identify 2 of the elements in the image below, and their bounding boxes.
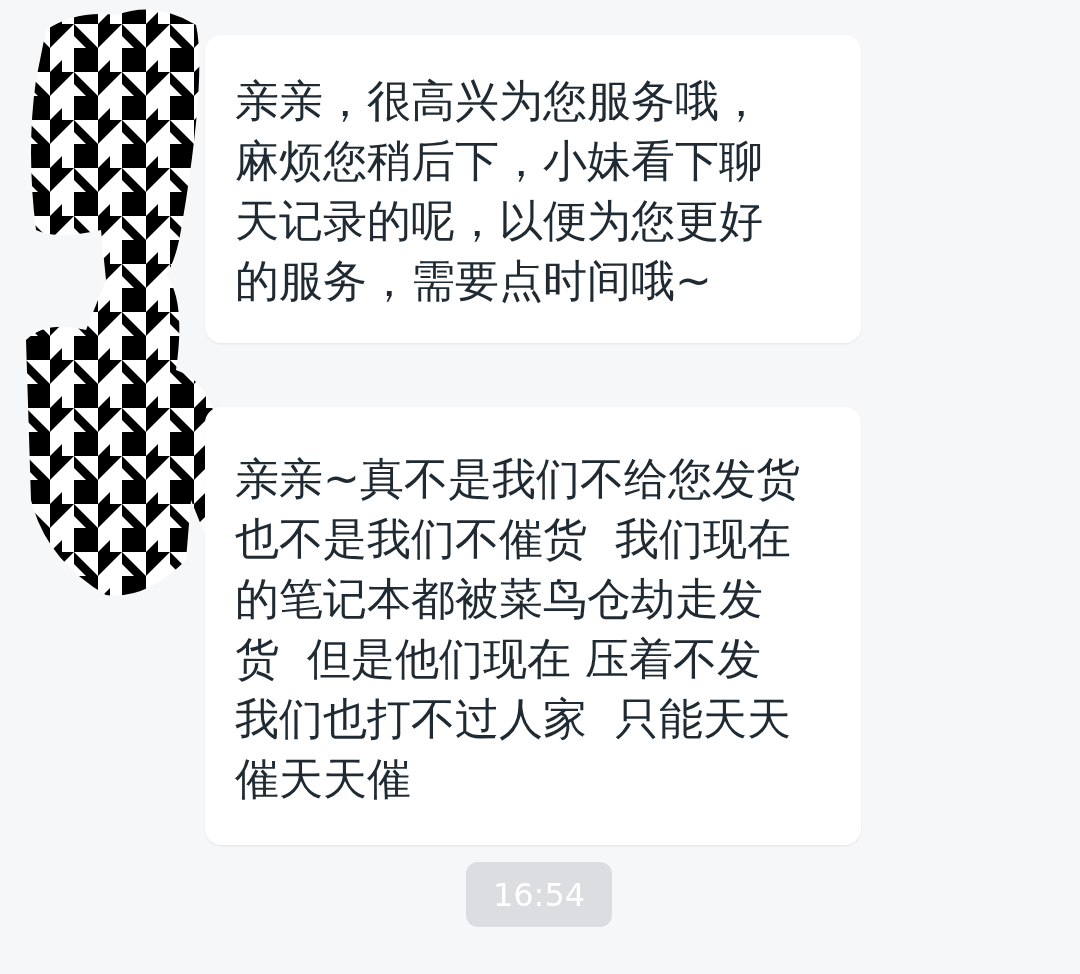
message-text: 亲亲，很高兴为您服务哦，麻烦您稍后下，小妹看下聊天记录的呢，以便为您更好的服务，需要点时间哦~ [235,74,764,308]
message-text: 亲亲~真不是我们不给您发货也不是我们不催货 我们现在的笔记本都被菜鸟仓劫走发货 但是他们现在 压着不发我们也打不过人家 只能天天催天天催 [235,452,801,806]
